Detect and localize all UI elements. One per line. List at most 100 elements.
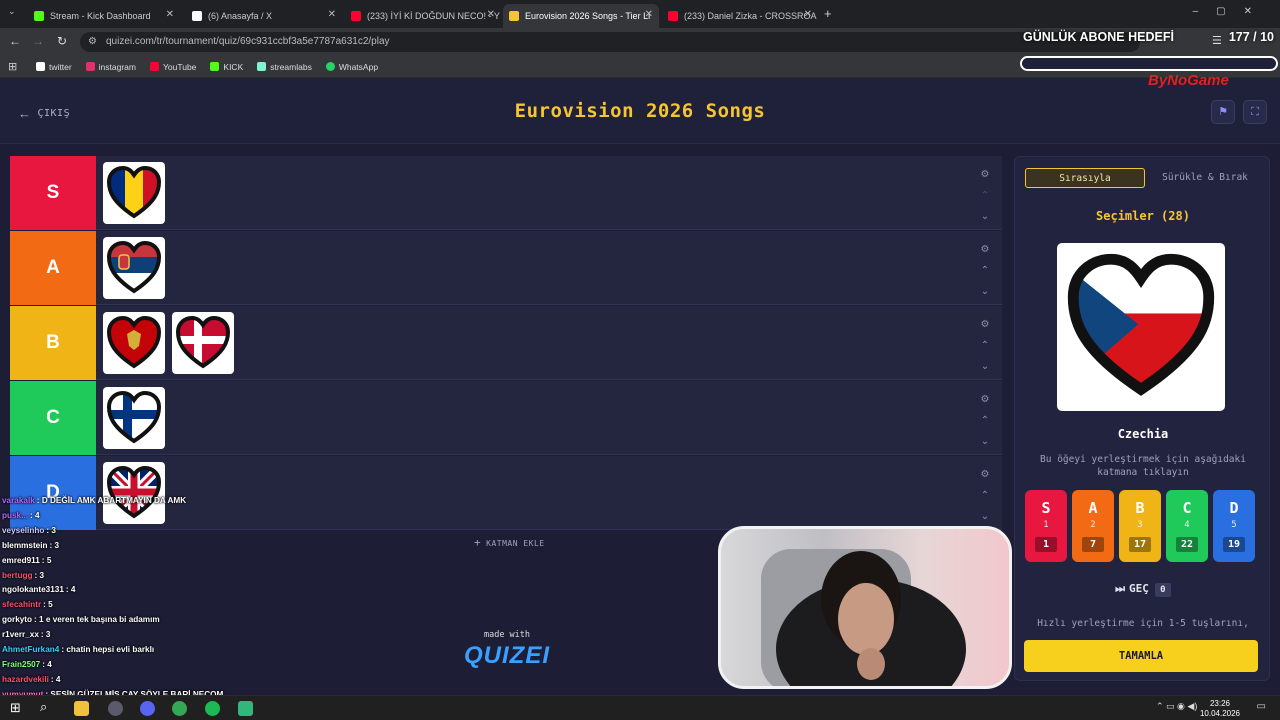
- youtube-icon: [150, 62, 159, 71]
- add-tier-button[interactable]: + KATMAN EKLE: [474, 536, 545, 549]
- tier-button-a[interactable]: A27: [1072, 490, 1114, 562]
- chevron-up-icon[interactable]: ⌃: [978, 410, 992, 431]
- finish-button[interactable]: TAMAMLA: [1024, 640, 1258, 672]
- chevron-up-icon[interactable]: ⌃: [978, 485, 992, 506]
- close-icon[interactable]: ✕: [645, 9, 653, 20]
- fullscreen-icon: ⛶: [1251, 106, 1259, 118]
- bookmark-streamlabs[interactable]: streamlabs: [257, 62, 312, 72]
- flag-icon: ⚑: [1218, 106, 1228, 118]
- tray-icons[interactable]: ⌃ ▭ ◉ ◀): [1156, 701, 1197, 712]
- back-icon[interactable]: ←: [9, 34, 21, 48]
- tier-row-a[interactable]: A ⚙ ⌃ ⌄: [10, 231, 1002, 305]
- bookmark-twitter[interactable]: twitter: [36, 62, 72, 72]
- tier-button-c[interactable]: C 4 22: [1166, 490, 1208, 562]
- subscriber-goal-widget: GÜNLÜK ABONE HEDEFİ 177 / 10: [1018, 30, 1280, 78]
- plus-icon: +: [474, 536, 482, 549]
- made-with-quizei[interactable]: made with QUIZEI: [462, 630, 552, 670]
- windows-start-icon[interactable]: ⊞: [10, 700, 21, 716]
- mode-ordered-button[interactable]: Sırasıyla: [1025, 168, 1145, 188]
- tab-kick-dashboard[interactable]: Stream - Kick Dashboard ✕: [28, 4, 180, 28]
- chat-line: sfecahintr: 5: [2, 600, 53, 610]
- tab-search-icon[interactable]: ⌄: [8, 6, 16, 17]
- tab-x-home[interactable]: (6) Anasayfa / X ✕: [186, 4, 342, 28]
- item-montenegro[interactable]: [103, 312, 165, 374]
- gear-icon[interactable]: ⚙: [978, 464, 992, 485]
- bookmark-instagram[interactable]: instagram: [85, 62, 136, 72]
- tier-row-s[interactable]: S ⚙ ⌃ ⌄: [10, 156, 1002, 230]
- chevron-down-icon[interactable]: ⌄: [978, 356, 992, 377]
- fullscreen-button[interactable]: ⛶: [1243, 100, 1267, 124]
- stream-chat-overlay: varakalk: D DEĞİL AMK ABARTMAYIN DA AMK …: [2, 494, 262, 703]
- bookmark-kick[interactable]: KICK: [210, 62, 243, 72]
- close-icon[interactable]: ✕: [487, 9, 495, 20]
- goal-progress-bar: [1020, 56, 1278, 71]
- chevron-down-icon[interactable]: ⌄: [978, 206, 992, 227]
- whatsapp-icon: [325, 62, 335, 71]
- youtube-icon: [351, 11, 361, 21]
- new-tab-icon[interactable]: +: [824, 6, 832, 21]
- tier-controls: ⚙ ⌃ ⌄: [978, 164, 992, 227]
- file-explorer-icon[interactable]: [74, 701, 89, 716]
- chevron-up-icon[interactable]: ⌃: [978, 185, 992, 206]
- notification-icon[interactable]: ▭: [1257, 701, 1266, 712]
- reload-icon[interactable]: ↻: [57, 34, 67, 48]
- search-icon[interactable]: ⌕: [40, 699, 47, 715]
- kick-icon: [34, 11, 44, 21]
- choices-count: Seçimler (28): [1096, 209, 1190, 223]
- site-info-icon[interactable]: ⚙: [88, 32, 97, 52]
- placement-panel: Sırasıyla Sürükle & Bırak Seçimler (28) …: [1014, 156, 1270, 681]
- apps-icon[interactable]: ⊞: [8, 60, 17, 73]
- gear-icon[interactable]: ⚙: [978, 239, 992, 260]
- tier-controls: ⚙ ⌃ ⌄: [978, 389, 992, 452]
- placement-hint: Bu öğeyi yerleştirmek için aşağıdaki kat…: [1040, 454, 1246, 478]
- tier-button-d[interactable]: D 5 19: [1213, 490, 1255, 562]
- heart-flag-montenegro: [106, 315, 162, 369]
- report-flag-button[interactable]: ⚑: [1211, 100, 1235, 124]
- tier-row-b[interactable]: B ⚙ ⌃ ⌄: [10, 306, 1002, 380]
- item-serbia[interactable]: [103, 237, 165, 299]
- tab-youtube-1[interactable]: (233) İYİ Kİ DOĞDUN NECO! - Y ✕: [345, 4, 501, 28]
- tab-eurovision[interactable]: Eurovision 2026 Songs - Tier Li ✕: [503, 4, 659, 28]
- chat-line: ngolokante3131: 4: [2, 585, 76, 595]
- chevron-down-icon[interactable]: ⌄: [978, 506, 992, 527]
- gear-icon[interactable]: ⚙: [978, 314, 992, 335]
- item-romania[interactable]: [103, 162, 165, 224]
- tier-button-s[interactable]: S11: [1025, 490, 1067, 562]
- item-finland[interactable]: [103, 387, 165, 449]
- bookmark-youtube[interactable]: YouTube: [150, 62, 196, 72]
- close-icon[interactable]: ✕: [166, 9, 174, 20]
- app-icon[interactable]: [108, 701, 123, 716]
- chevron-down-icon[interactable]: ⌄: [978, 281, 992, 302]
- tier-row-c[interactable]: C ⚙ ⌃ ⌄: [10, 381, 1002, 455]
- bookmark-whatsapp[interactable]: WhatsApp: [325, 62, 378, 72]
- chevron-up-icon[interactable]: ⌃: [978, 335, 992, 356]
- item-denmark[interactable]: [172, 312, 234, 374]
- chevron-up-icon[interactable]: ⌃: [978, 260, 992, 281]
- taskbar-clock[interactable]: 23:26 10.04.2026: [1200, 699, 1240, 719]
- streamlabs-icon: [257, 62, 267, 71]
- gear-icon[interactable]: ⚙: [978, 389, 992, 410]
- chevron-down-icon[interactable]: ⌄: [978, 431, 992, 452]
- spotify-icon[interactable]: [205, 701, 220, 716]
- url-field[interactable]: ⚙ quizei.com/tr/tournament/quiz/69c931ccb…: [80, 32, 1140, 52]
- x-icon: [36, 62, 45, 71]
- forward-icon[interactable]: →: [32, 34, 44, 48]
- page-title: Eurovision 2026 Songs: [514, 100, 766, 122]
- heart-flag-denmark: [175, 315, 231, 369]
- chat-line: varakalk: D DEĞİL AMK ABARTMAYIN DA AMK: [2, 496, 187, 505]
- chrome-icon[interactable]: [172, 701, 187, 716]
- current-item-card[interactable]: [1057, 243, 1225, 411]
- gear-icon[interactable]: ⚙: [978, 164, 992, 185]
- tier-button-b[interactable]: B 3 17: [1119, 490, 1161, 562]
- window-controls[interactable]: –▢✕: [1193, 6, 1270, 17]
- close-icon[interactable]: ✕: [328, 9, 336, 20]
- tab-youtube-2[interactable]: (233) Daniel Zizka - CROSSROA ✕: [662, 4, 818, 28]
- chat-line: Frain2507: 4: [2, 659, 52, 669]
- streaming-app-icon[interactable]: [238, 701, 253, 716]
- skip-button[interactable]: ⏭ GEÇ 0: [1015, 582, 1271, 597]
- close-icon[interactable]: ✕: [804, 9, 812, 20]
- mode-drag-drop-button[interactable]: Sürükle & Bırak: [1149, 168, 1261, 188]
- heart-flag-finland: [106, 390, 162, 444]
- discord-icon[interactable]: [140, 701, 155, 716]
- tier-controls: ⚙ ⌃ ⌄: [978, 464, 992, 527]
